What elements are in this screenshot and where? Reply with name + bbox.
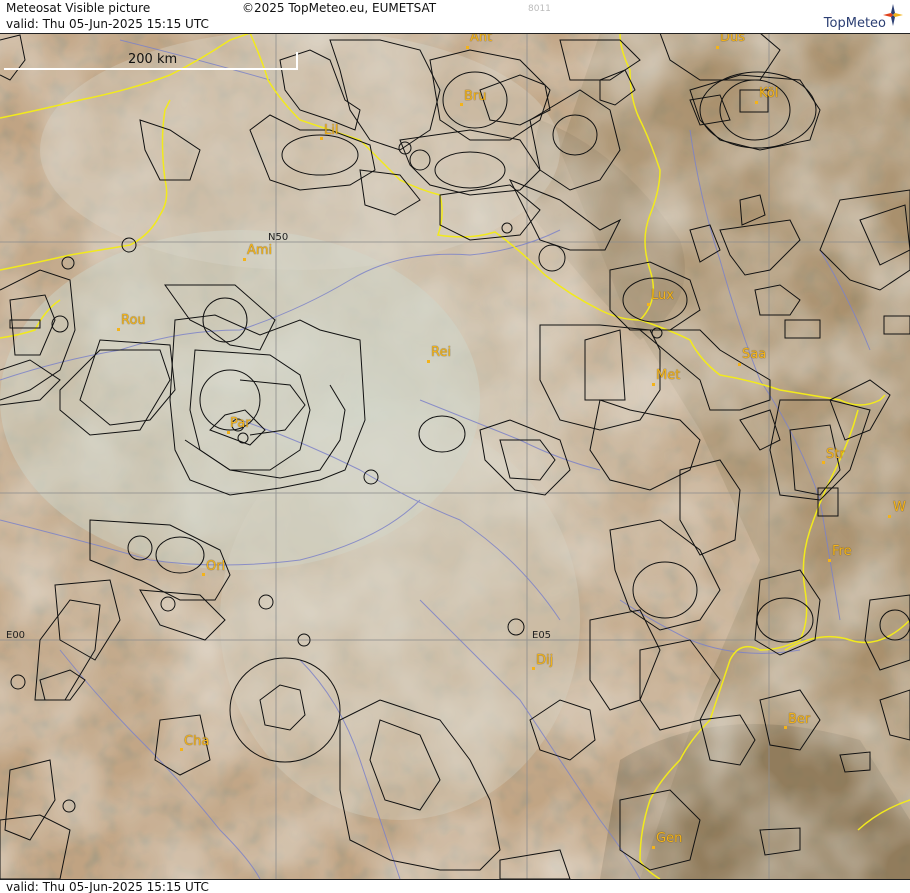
header-bar: Meteosat Visible picture valid: Thu 05-J… — [0, 0, 910, 34]
compass-icon — [883, 4, 903, 26]
city-dot-rei — [427, 360, 430, 363]
city-dot-lil — [320, 137, 323, 140]
satellite-map[interactable]: N50 E00 E05 Ant Düs Bru Köl Lil Ami Rou … — [0, 30, 910, 880]
city-label-saa[interactable]: Saa — [742, 347, 766, 362]
copyright-text: ©2025 TopMeteo.eu, EUMETSAT — [242, 1, 437, 15]
city-label-orl[interactable]: Orl — [206, 559, 225, 574]
image-code: 8011 — [528, 4, 551, 14]
city-label-lil[interactable]: Lil — [324, 123, 338, 138]
city-dot-orl — [202, 573, 205, 576]
city-dot-kol — [755, 101, 758, 104]
city-dot-w — [888, 515, 891, 518]
city-dot-par — [227, 431, 230, 434]
valid-time: valid: Thu 05-Jun-2025 15:15 UTC — [6, 17, 209, 31]
city-label-fre[interactable]: Fre — [832, 544, 852, 559]
city-label-rou[interactable]: Rou — [121, 313, 146, 328]
footer-valid-time: valid: Thu 05-Jun-2025 15:15 UTC — [6, 880, 209, 893]
city-label-dij[interactable]: Dij — [536, 653, 553, 668]
city-label-ami[interactable]: Ami — [247, 243, 272, 258]
city-label-met[interactable]: Met — [656, 368, 680, 383]
map-canvas: N50 E00 E05 — [0, 30, 910, 880]
scale-label: 200 km — [128, 52, 178, 67]
city-dot-cha — [180, 748, 183, 751]
city-label-w[interactable]: W — [893, 500, 906, 515]
city-label-ber[interactable]: Ber — [788, 712, 810, 727]
city-label-str[interactable]: Str — [826, 447, 845, 462]
city-dot-dus — [716, 46, 719, 49]
map-title: Meteosat Visible picture — [6, 1, 151, 15]
city-dot-ant — [466, 46, 469, 49]
city-label-gen[interactable]: Gen — [656, 831, 682, 846]
city-label-bru[interactable]: Bru — [464, 89, 487, 104]
city-dot-lux — [647, 303, 650, 306]
city-label-lux[interactable]: Lux — [651, 288, 674, 303]
city-dot-saa — [738, 363, 741, 366]
city-label-par[interactable]: Par — [230, 416, 251, 431]
city-dot-ber — [784, 726, 787, 729]
scale-tick — [296, 52, 298, 70]
city-label-kol[interactable]: Köl — [759, 86, 778, 101]
cloud-center — [220, 420, 580, 820]
city-dot-gen — [652, 846, 655, 849]
map-frame: Meteosat Visible picture valid: Thu 05-J… — [0, 0, 910, 893]
city-dot-bru — [460, 103, 463, 106]
city-dot-rou — [117, 328, 120, 331]
n50-label: N50 — [268, 232, 288, 243]
city-label-rei[interactable]: Rei — [431, 345, 451, 360]
scale-line — [4, 68, 298, 70]
city-dot-dij — [532, 667, 535, 670]
city-dot-str — [822, 461, 825, 464]
city-dot-met — [652, 383, 655, 386]
topmeteo-logo[interactable]: TopMeteo — [812, 2, 904, 32]
city-label-cha[interactable]: Cha — [184, 734, 209, 749]
city-dot-ami — [243, 258, 246, 261]
e00-label: E00 — [6, 630, 25, 641]
logo-text: TopMeteo — [823, 16, 886, 31]
footer-bar: valid: Thu 05-Jun-2025 15:15 UTC — [0, 879, 910, 893]
city-dot-fre — [828, 559, 831, 562]
e05-label: E05 — [532, 630, 551, 641]
scale-bar: 200 km — [4, 52, 298, 71]
